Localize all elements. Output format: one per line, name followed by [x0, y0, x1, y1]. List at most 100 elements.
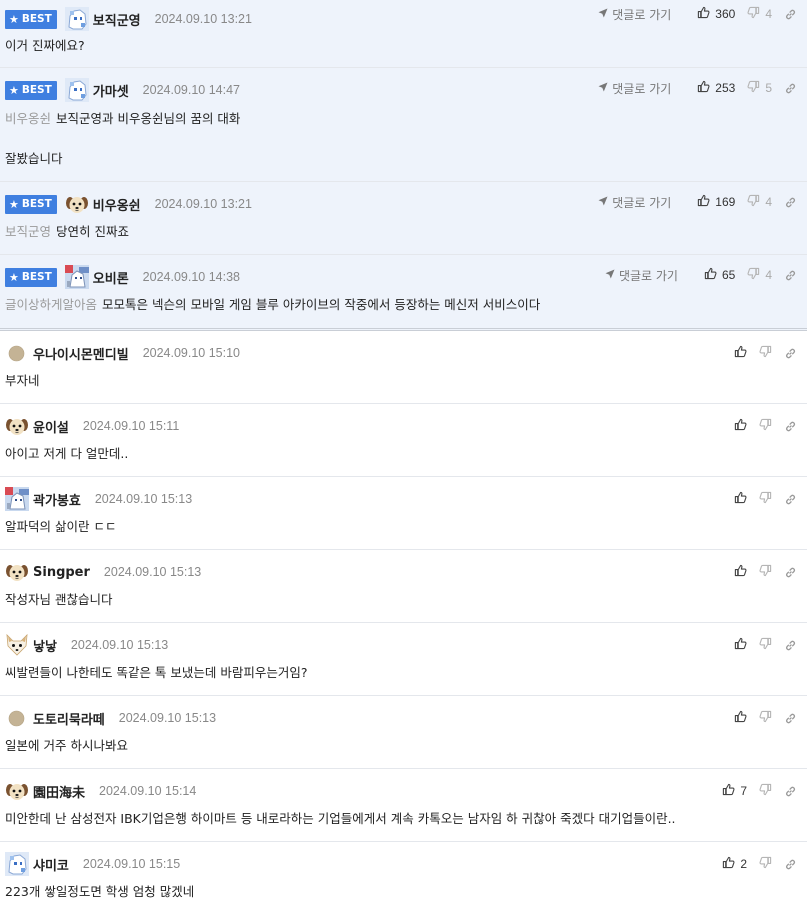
author-name[interactable]: 오비론: [93, 268, 129, 287]
upvote-button[interactable]: [734, 491, 747, 507]
goto-comment-link[interactable]: 댓글로 가기: [598, 80, 671, 97]
upvote-button[interactable]: 7: [722, 783, 747, 799]
upvote-button[interactable]: [734, 564, 747, 580]
link-icon[interactable]: [784, 493, 797, 506]
link-icon[interactable]: [784, 566, 797, 579]
thumbs-up-icon: [722, 783, 740, 799]
goto-comment-link[interactable]: 댓글로 가기: [605, 267, 678, 284]
avatar[interactable]: [64, 265, 89, 289]
author-name[interactable]: 보직군영: [93, 10, 141, 29]
link-icon[interactable]: [784, 269, 797, 282]
downvote-button[interactable]: [759, 345, 772, 361]
mention[interactable]: 보직군영: [5, 224, 51, 239]
author-name[interactable]: 곽가봉효: [33, 490, 81, 509]
downvote-button[interactable]: [759, 783, 772, 799]
star-icon: ★: [9, 83, 19, 97]
mention[interactable]: 글이상하게알아옴: [5, 297, 97, 312]
avatar[interactable]: [65, 192, 89, 216]
avatar[interactable]: [5, 560, 29, 584]
comment-date: 2024.09.10 15:15: [82, 857, 181, 871]
comment-body: 비우옹쉰 보직군영과 비우옹쉰님의 꿈의 대화: [5, 111, 241, 126]
best-badge: ★ BEST: [5, 194, 57, 214]
upvote-button[interactable]: [734, 710, 747, 726]
avatar[interactable]: [5, 414, 29, 438]
downvote-button[interactable]: 4: [747, 6, 772, 22]
goto-comment-link[interactable]: 댓글로 가기: [598, 194, 671, 211]
normal-comment-list: 우나이시몬멘디빌 2024.09.10 15:10 부자네 윤이설 2024.0…: [0, 331, 807, 914]
downvote-button[interactable]: [759, 856, 772, 872]
downvote-button[interactable]: [759, 418, 772, 434]
avatar[interactable]: [8, 345, 25, 362]
avatar[interactable]: [8, 710, 25, 727]
author-name[interactable]: Singper: [33, 565, 90, 580]
upvote-button[interactable]: 253: [697, 80, 735, 96]
downvote-count: 4: [765, 195, 772, 209]
comment-date: 2024.09.10 13:21: [154, 12, 252, 26]
comment-actions: 댓글로 가기 65 4: [605, 267, 797, 283]
arrow-icon: [598, 7, 612, 21]
link-icon[interactable]: [784, 712, 797, 725]
link-icon[interactable]: [784, 420, 797, 433]
avatar[interactable]: [64, 7, 89, 31]
author-name[interactable]: 낳낳: [33, 636, 57, 655]
author-name[interactable]: 가마셋: [93, 81, 129, 100]
mention[interactable]: 비우옹쉰: [5, 111, 51, 126]
author-name[interactable]: 샤미코: [33, 855, 69, 874]
avatar[interactable]: [5, 633, 29, 657]
best-comment: ★ BEST 오비론 2024.09.10 14:38 댓글로 가기 65 4 글…: [0, 255, 807, 331]
avatar[interactable]: [5, 852, 29, 876]
thumbs-down-icon: [747, 6, 765, 22]
upvote-button[interactable]: [734, 345, 747, 361]
downvote-button[interactable]: [759, 710, 772, 726]
downvote-button[interactable]: 5: [747, 80, 772, 96]
author-name[interactable]: 비우옹쉰: [93, 195, 141, 214]
upvote-button[interactable]: 65: [704, 267, 735, 283]
comment-header: ★ BEST 오비론 2024.09.10 14:38: [5, 265, 240, 289]
upvote-count: 360: [715, 7, 736, 21]
link-icon[interactable]: [784, 347, 797, 360]
upvote-button[interactable]: [734, 418, 747, 434]
author-name[interactable]: 園田海未: [33, 782, 85, 801]
comment-actions: [722, 345, 797, 361]
avatar[interactable]: [5, 487, 29, 511]
link-icon[interactable]: [784, 639, 797, 652]
upvote-button[interactable]: [734, 637, 747, 653]
downvote-button[interactable]: 4: [747, 194, 772, 210]
comment-actions: [722, 637, 797, 653]
link-icon[interactable]: [784, 82, 797, 95]
author-name[interactable]: 도토리묵라떼: [33, 709, 105, 728]
author-name[interactable]: 우나이시몬멘디빌: [33, 344, 129, 363]
arrow-icon: [598, 195, 612, 209]
author-name[interactable]: 윤이설: [33, 417, 69, 436]
thumbs-up-icon: [697, 80, 715, 96]
comment-header: 곽가봉효 2024.09.10 15:13: [5, 487, 192, 511]
link-icon[interactable]: [784, 858, 797, 871]
avatar[interactable]: [5, 779, 29, 803]
comment-date: 2024.09.10 14:47: [142, 83, 240, 97]
link-icon[interactable]: [784, 8, 797, 21]
comment-actions: 2: [710, 856, 797, 872]
comment-actions: 댓글로 가기 169 4: [598, 194, 797, 210]
comment-date: 2024.09.10 14:38: [142, 270, 240, 284]
downvote-button[interactable]: 4: [747, 267, 772, 283]
comment-item: 낳낳 2024.09.10 15:13 씨발련들이 나한테도 똑같은 톡 보냈는…: [0, 623, 807, 696]
upvote-button[interactable]: 2: [722, 856, 747, 872]
upvote-button[interactable]: 169: [697, 194, 735, 210]
upvote-button[interactable]: 360: [697, 6, 735, 22]
comment-header: 우나이시몬멘디빌 2024.09.10 15:10: [5, 343, 240, 363]
avatar[interactable]: [64, 78, 89, 102]
downvote-button[interactable]: [759, 564, 772, 580]
thumbs-down-icon: [759, 856, 772, 872]
upvote-count: 2: [740, 857, 747, 871]
link-icon[interactable]: [784, 196, 797, 209]
thumbs-down-icon: [759, 783, 772, 799]
thumbs-down-icon: [759, 564, 772, 580]
comment-item: 샤미코 2024.09.10 15:15 2 223개 쌓일정도면 학생 엄청 …: [0, 842, 807, 914]
downvote-button[interactable]: [759, 491, 772, 507]
thumbs-up-icon: [734, 491, 747, 507]
downvote-button[interactable]: [759, 637, 772, 653]
comment-body: 이거 진짜에요?: [5, 38, 85, 53]
arrow-icon: [605, 268, 619, 282]
goto-comment-link[interactable]: 댓글로 가기: [598, 6, 671, 23]
link-icon[interactable]: [784, 785, 797, 798]
